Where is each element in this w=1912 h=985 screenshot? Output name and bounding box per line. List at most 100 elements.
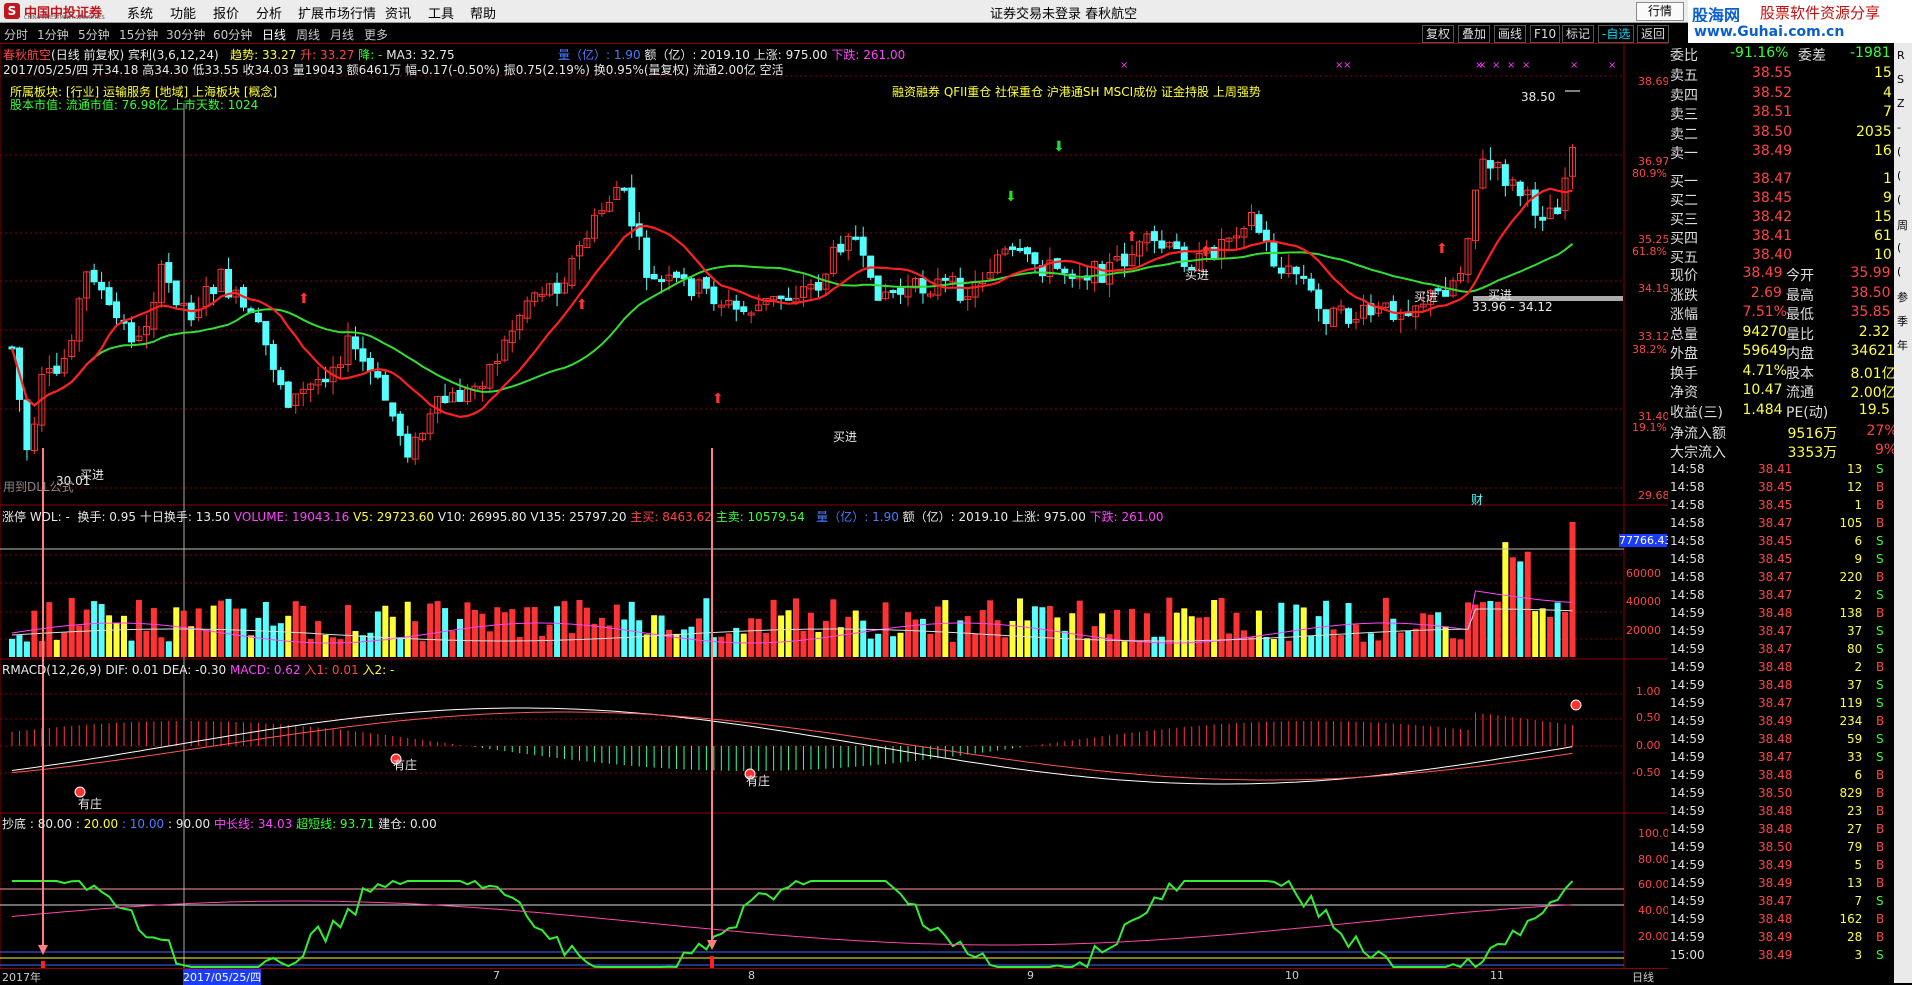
volume-bar	[106, 615, 113, 657]
adjust-button[interactable]: 复权	[1422, 25, 1455, 43]
candle-body	[172, 280, 180, 306]
strip-tool-glyph[interactable]: (	[1897, 265, 1901, 278]
overlay-button[interactable]: 叠加	[1458, 25, 1491, 43]
tick-price: 38.48	[1758, 606, 1793, 620]
tick-price: 38.49	[1758, 876, 1793, 890]
tab-1min[interactable]: 1分钟	[37, 26, 69, 43]
strip-tool-glyph[interactable]: 参	[1897, 289, 1908, 305]
tick-price: 38.41	[1758, 462, 1793, 476]
stat-row: 净资 10.47 流通 2.00亿	[1670, 382, 1896, 401]
mark-button[interactable]: 标记	[1562, 25, 1595, 43]
tab-intraday[interactable]: 分时	[4, 26, 28, 43]
volume-bar	[539, 635, 546, 657]
tab-15min[interactable]: 15分钟	[119, 26, 158, 43]
tick-volume: 59	[1847, 732, 1863, 746]
bid-level-label: 买一	[1670, 174, 1698, 190]
tab-monthly[interactable]: 月线	[330, 26, 354, 43]
watchlist-button[interactable]: -自选	[1598, 25, 1635, 43]
date-axis: 2017年 2017/05/25/四 7 8 9 10 11 日线	[0, 968, 1668, 985]
strip-tool-glyph[interactable]: -	[1897, 121, 1901, 134]
tick-volume: 9	[1854, 552, 1863, 566]
candle-body	[1255, 214, 1263, 233]
candle-body	[941, 277, 949, 281]
volume-bar	[1547, 616, 1554, 657]
candle-body	[1023, 247, 1031, 255]
tab-5min[interactable]: 5分钟	[78, 26, 110, 43]
strip-tool-glyph[interactable]: (	[1897, 145, 1901, 158]
tab-more[interactable]: 更多	[364, 26, 388, 43]
menu-item-quote[interactable]: 报价	[213, 3, 239, 22]
tick-time: 14:58	[1670, 534, 1705, 548]
tick-row: 14:59 38.49 13 B	[1670, 876, 1892, 894]
candle-body	[710, 286, 718, 305]
candle-body	[1150, 231, 1158, 242]
buy-signal-label: 买进	[1185, 268, 1210, 282]
strip-tool-glyph[interactable]: (	[1897, 241, 1901, 254]
broker-logo: S 中国中投证券 CHINA INVESTMENT SECURITIES	[4, 2, 122, 21]
date-label: 10	[1285, 969, 1299, 982]
menu-item-system[interactable]: 系统	[127, 3, 153, 22]
menu-item-tools[interactable]: 工具	[428, 3, 454, 22]
volume-bar	[1061, 630, 1068, 657]
candle-body	[1501, 164, 1509, 186]
tab-30min[interactable]: 30分钟	[166, 26, 205, 43]
volume-bar	[471, 609, 478, 657]
stat-label: 今开	[1786, 268, 1814, 284]
quote-button[interactable]: 行情	[1636, 2, 1684, 21]
strip-tool-glyph[interactable]: (	[1897, 193, 1901, 206]
volume-bar	[1270, 639, 1277, 657]
finance-mark[interactable]: 财	[1471, 491, 1483, 508]
vol-y-tick: 60000	[1626, 567, 1661, 580]
stat-value: 2.32	[1858, 323, 1890, 340]
bid-row: 买四 38.41 61	[1670, 228, 1892, 247]
back-button[interactable]: 返回	[1637, 25, 1670, 43]
volume-bar	[890, 636, 897, 657]
bottom-y-tick: 60.00	[1638, 878, 1670, 891]
range-label: 33.96 - 34.12	[1472, 300, 1553, 314]
main-buy-value: 主买: 8463.62	[630, 510, 712, 524]
tick-price: 38.45	[1758, 552, 1793, 566]
tick-volume: 138	[1839, 606, 1863, 620]
y-tick: 29.68	[1638, 489, 1670, 502]
volume-bar	[188, 626, 195, 657]
f10-button[interactable]: F10	[1530, 25, 1561, 43]
ask-volume: 7	[1883, 104, 1892, 120]
ask-volume: 4	[1883, 84, 1892, 101]
candle-body	[105, 287, 113, 306]
ask-level-label: 卖二	[1670, 126, 1698, 143]
right-tool-strip[interactable]: R S Z - ( ( ( 周 ( ( 参季年	[1894, 43, 1912, 983]
volume-bar	[770, 599, 777, 657]
tick-side: B	[1876, 606, 1885, 620]
volume-bar	[785, 610, 792, 657]
menu-item-extended-market[interactable]: 扩展市场行情	[298, 3, 376, 22]
tick-time: 14:58	[1670, 516, 1705, 530]
volume-bar	[457, 618, 463, 657]
volume-bar	[755, 618, 762, 657]
menu-item-help[interactable]: 帮助	[470, 3, 496, 22]
tab-daily[interactable]: 日线	[262, 26, 286, 43]
strip-tool-glyph[interactable]: 周	[1897, 217, 1908, 233]
volume-bar	[703, 598, 710, 657]
strip-tool-glyph[interactable]: R	[1897, 49, 1905, 62]
strip-tool-glyph[interactable]: S	[1897, 73, 1904, 86]
line10-value: : 10.00	[121, 817, 165, 831]
tick-time: 14:58	[1670, 552, 1705, 566]
strip-tool-glyph[interactable]: Z	[1897, 97, 1905, 110]
draw-button[interactable]: 画线	[1494, 25, 1527, 43]
tab-60min[interactable]: 60分钟	[213, 26, 252, 43]
tick-volume: 2	[1854, 588, 1863, 602]
strip-tool-glyph[interactable]: 季	[1897, 313, 1908, 329]
menu-item-analysis[interactable]: 分析	[256, 3, 282, 22]
candle-body	[643, 237, 651, 278]
tick-row: 14:59 38.48 2 B	[1670, 660, 1892, 678]
strip-tool-glyph[interactable]: (	[1897, 169, 1901, 182]
strip-tool-glyph[interactable]: 年	[1897, 337, 1908, 353]
date-label: 9	[1027, 969, 1034, 982]
volume-header: 涨停 WDL: - 换手: 0.95 十日换手: 13.50 VOLUME: 1…	[2, 508, 1164, 525]
menu-item-news[interactable]: 资讯	[385, 3, 411, 22]
menu-item-function[interactable]: 功能	[170, 3, 196, 22]
stat-value: 1.484	[1742, 401, 1783, 418]
stat-value: 94270	[1742, 323, 1788, 340]
volume-bar	[1308, 635, 1315, 657]
tab-weekly[interactable]: 周线	[296, 26, 320, 43]
